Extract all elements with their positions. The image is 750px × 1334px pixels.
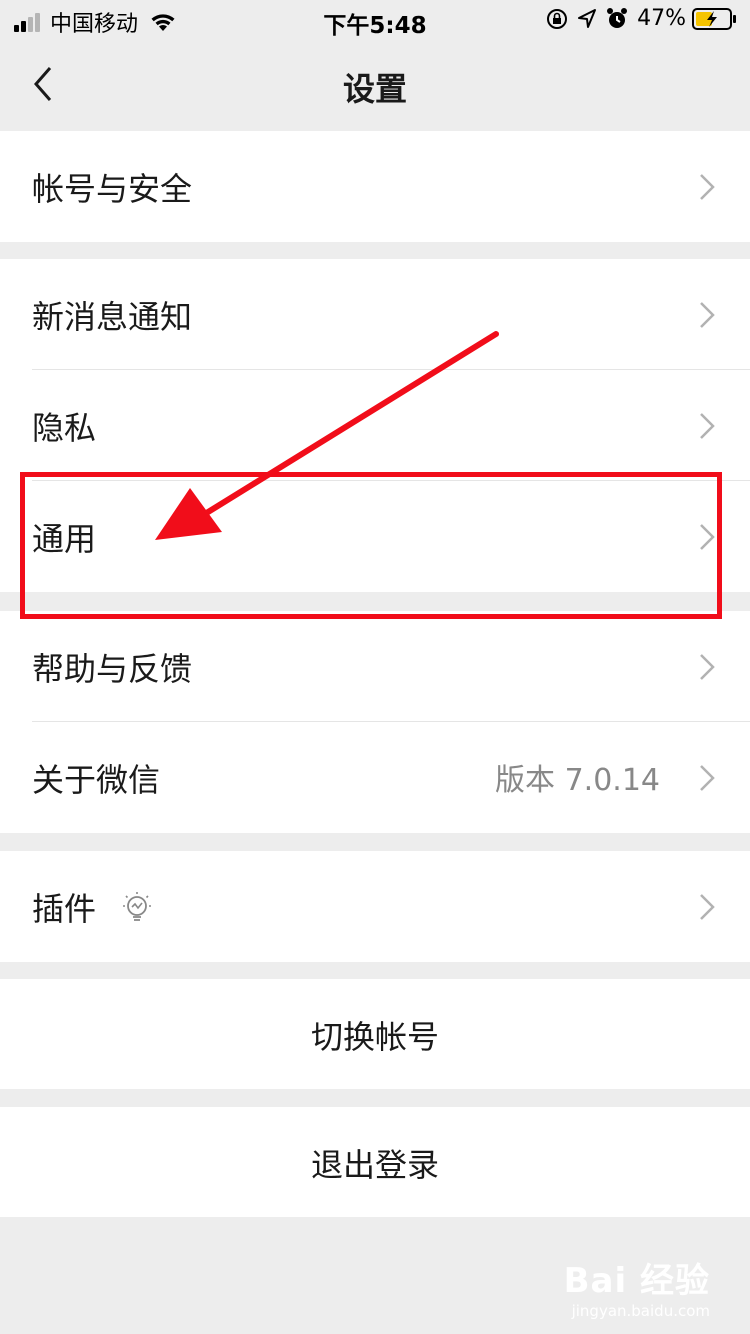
bulb-icon [123, 892, 151, 921]
battery-charging-icon [692, 7, 736, 30]
logout-group: 退出登录 [0, 1107, 750, 1217]
watermark-url: jingyan.baidu.com [571, 1302, 710, 1320]
rotation-lock-icon [547, 8, 568, 29]
privacy-item[interactable]: 隐私 [0, 370, 750, 481]
status-bar: 中国移动 下午5:48 47% [0, 0, 750, 40]
nav-bar: 设置 [0, 40, 750, 128]
new-message-notification-label: 新消息通知 [32, 298, 193, 336]
help-feedback-label: 帮助与反馈 [32, 650, 193, 688]
switch-account-group: 切换帐号 [0, 979, 750, 1089]
switch-account-label: 切换帐号 [310, 1018, 439, 1056]
chevron-right-icon [700, 894, 715, 920]
chevron-right-icon [700, 174, 715, 200]
new-message-notification-item[interactable]: 新消息通知 [0, 259, 750, 370]
plugins-item[interactable]: 插件 [0, 851, 750, 962]
switch-account-button[interactable]: 切换帐号 [0, 979, 750, 1089]
chevron-right-icon [700, 413, 715, 439]
location-icon [578, 8, 597, 28]
account-security-label: 帐号与安全 [32, 170, 193, 208]
version-value: 版本 7.0.14 [495, 763, 660, 798]
watermark-logo: Bai 经验 [563, 1261, 710, 1301]
chevron-right-icon [700, 654, 715, 680]
about-wechat-label: 关于微信 [32, 761, 161, 799]
account-security-item[interactable]: 帐号与安全 [0, 131, 750, 242]
battery-percent: 47% [637, 6, 686, 31]
page-title: 设置 [342, 70, 407, 108]
chevron-right-icon [700, 302, 715, 328]
settings-group-plugins: 插件 [0, 851, 750, 962]
help-feedback-item[interactable]: 帮助与反馈 [0, 611, 750, 722]
about-wechat-item[interactable]: 关于微信 版本 7.0.14 [0, 722, 750, 833]
highlight-box [20, 472, 722, 619]
baidu-jingyan-watermark: Bai 经验 jingyan.baidu.com [564, 1253, 710, 1320]
alarm-icon [607, 7, 628, 28]
chevron-right-icon [700, 765, 715, 791]
settings-group-account: 帐号与安全 [0, 131, 750, 242]
settings-group-help: 帮助与反馈 关于微信 版本 7.0.14 [0, 611, 750, 833]
status-right: 47% [545, 6, 738, 31]
logout-label: 退出登录 [310, 1146, 439, 1184]
privacy-label: 隐私 [32, 409, 97, 447]
logout-button[interactable]: 退出登录 [0, 1107, 750, 1217]
plugins-label: 插件 [32, 890, 97, 928]
